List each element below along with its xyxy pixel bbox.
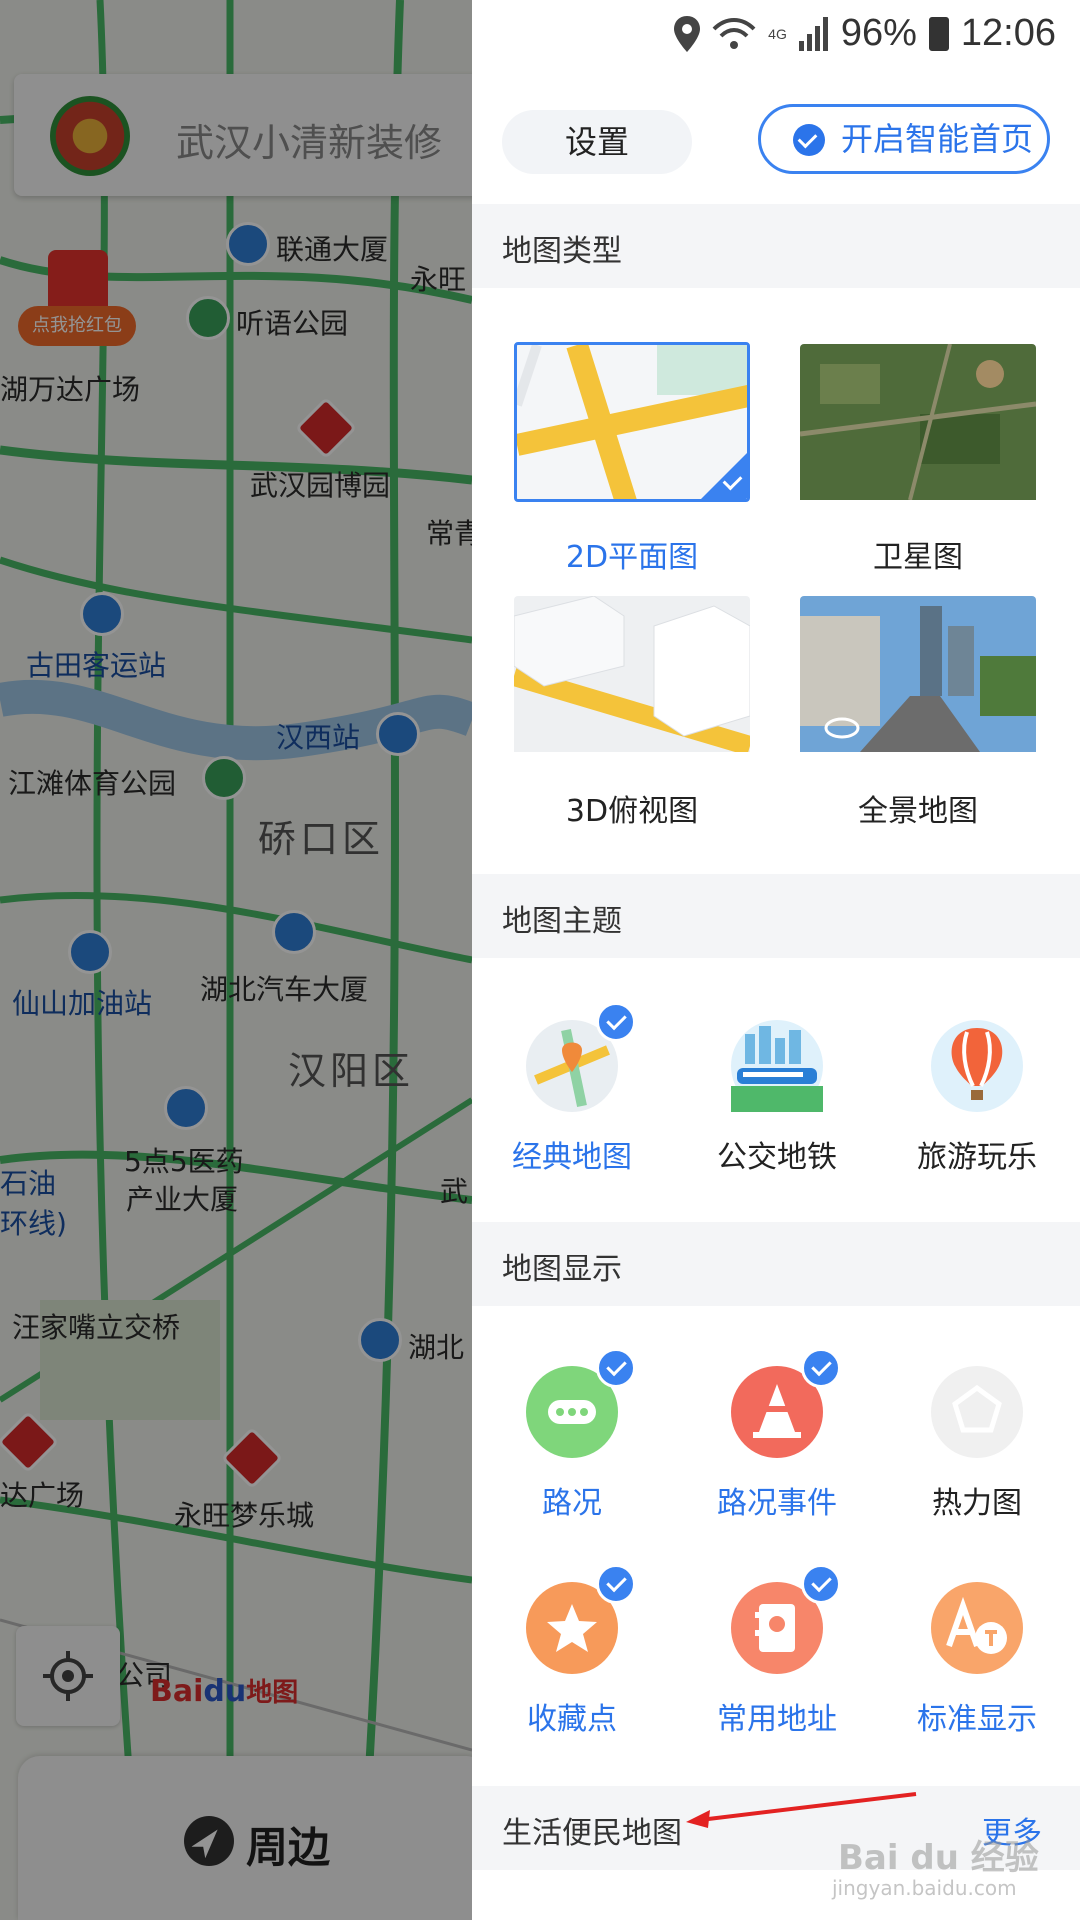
map-type-3d-card[interactable] [514,596,750,756]
wifi-icon [712,17,756,49]
display-traffic-events[interactable]: 路况事件 [677,1348,877,1536]
panel-top-row: 设置 开启智能首页 [472,100,1080,190]
map-type-label[interactable]: 3D俯视图 [514,786,750,830]
theme-classic-map[interactable]: 经典地图 [472,1002,672,1190]
selected-check-icon [596,1348,636,1388]
display-label: 路况 [542,1486,602,1521]
display-label: 收藏点 [527,1702,617,1737]
smart-home-toggle-button[interactable]: 开启智能首页 [758,104,1050,174]
3d-map-thumbnail [514,596,750,756]
network-type: 4G [768,25,787,42]
panorama-thumbnail [800,596,1036,752]
map-view[interactable]: 联通大厦 永旺 听语公园 湖万达广场 武汉园博园 常青 古田客运站 汉西站 江滩… [0,0,472,1920]
display-label: 路况事件 [717,1486,837,1521]
section-header-map-type: 地图类型 [472,204,1080,288]
theme-label: 旅游玩乐 [917,1140,1037,1175]
theme-travel[interactable]: 旅游玩乐 [877,1020,1077,1190]
settings-button[interactable]: 设置 [502,110,692,174]
signal-icon [798,16,828,51]
selected-check-icon [596,1564,636,1604]
baidu-jingyan-watermark: Bai du 经验 [838,1838,1039,1878]
display-label: 热力图 [932,1486,1022,1521]
map-dim-overlay[interactable] [0,0,472,1920]
location-icon [674,15,701,52]
map-type-label[interactable]: 全景地图 [800,786,1036,830]
section-title: 生活便民地图 [502,1816,682,1851]
display-standard-labels[interactable]: 标准显示 [877,1582,1077,1752]
heatmap-icon [931,1366,1023,1458]
watermark-url: jingyan.baidu.com [832,1876,1017,1900]
satellite-thumbnail [800,344,1036,501]
map-type-label[interactable]: 卫星图 [800,532,1036,576]
display-label: 常用地址 [717,1702,837,1737]
clock: 12:06 [960,12,1056,54]
theme-label: 经典地图 [512,1140,632,1175]
section-title: 地图显示 [502,1252,622,1287]
theme-transit[interactable]: 公交地铁 [677,1020,877,1190]
selected-check-icon [596,1002,636,1042]
selected-check-icon [801,1348,841,1388]
selected-check-icon [801,1564,841,1604]
section-header-map-theme: 地图主题 [472,874,1080,958]
section-title: 地图类型 [502,234,622,269]
label-icon [931,1582,1023,1674]
map-settings-panel: 4G 96% 12:06 设置 开启智能首页 地图类型 2D平面图 卫星图 3D… [472,0,1080,1920]
battery-icon [928,16,949,51]
display-heatmap[interactable]: 热力图 [877,1366,1077,1536]
transit-icon [731,1020,823,1112]
section-header-map-display: 地图显示 [472,1222,1080,1306]
checkmark-icon [793,124,825,156]
map-type-2d-card[interactable] [514,342,750,502]
map-type-satellite-card[interactable] [800,344,1036,504]
theme-label: 公交地铁 [717,1140,837,1175]
display-common-address[interactable]: 常用地址 [677,1564,877,1752]
section-title: 地图主题 [502,904,622,939]
hot-air-balloon-icon [931,1020,1023,1112]
status-bar: 4G 96% 12:06 [472,0,1080,72]
display-traffic[interactable]: 路况 [472,1348,672,1536]
smart-home-label: 开启智能首页 [841,120,1034,158]
display-favorites[interactable]: 收藏点 [472,1564,672,1752]
map-type-label[interactable]: 2D平面图 [514,532,750,576]
map-type-panorama-card[interactable] [800,596,1036,756]
2d-map-thumbnail [517,345,747,499]
annotation-arrow-icon [686,1792,917,1828]
battery-percentage: 96% [840,12,917,54]
display-label: 标准显示 [917,1702,1037,1737]
